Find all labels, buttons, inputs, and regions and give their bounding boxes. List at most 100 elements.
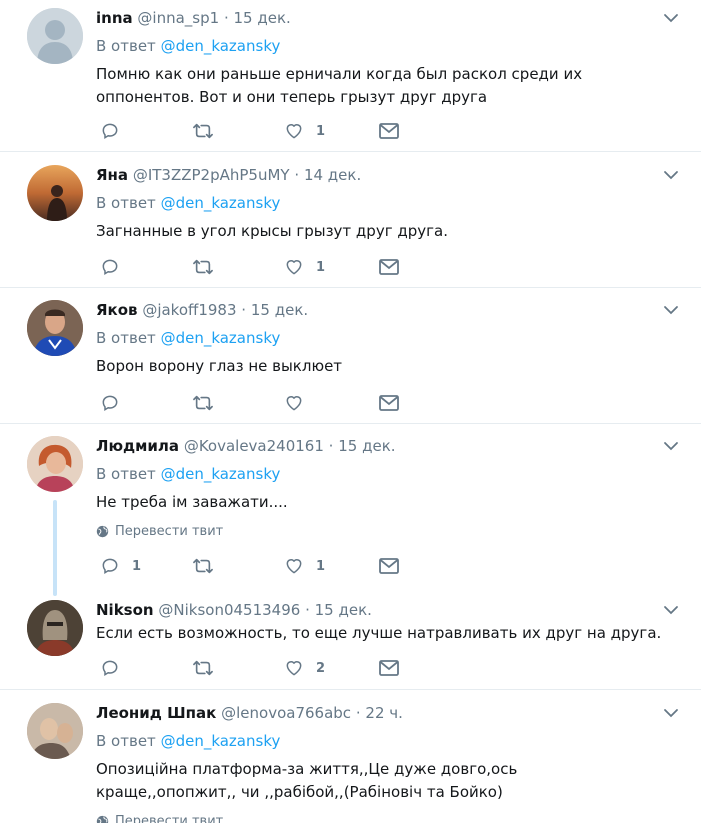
tweet-time[interactable]: 14 дек. — [304, 166, 361, 184]
retweet-button[interactable] — [192, 393, 226, 413]
retweet-button[interactable] — [192, 121, 226, 141]
reply-icon — [102, 395, 118, 412]
author-handle[interactable]: @jakoff1983 — [142, 301, 236, 319]
tweet-actions: 1 — [96, 121, 416, 141]
author-name[interactable]: Nikson — [96, 601, 154, 619]
heart-icon — [286, 260, 302, 275]
author-handle[interactable]: @Nikson04513496 — [158, 601, 300, 619]
author-name[interactable]: Людмила — [96, 437, 179, 455]
tweet-time[interactable]: 15 дек. — [251, 301, 308, 319]
avatar[interactable] — [27, 165, 83, 221]
avatar-person-icon — [27, 436, 83, 492]
tweet-text: Опозиційна платформа-за життя,,Це дуже д… — [96, 760, 518, 801]
tweet[interactable]: inna @inna_sp1 · 15 дек. В ответ @den_ka… — [0, 0, 701, 152]
like-button[interactable] — [284, 393, 316, 413]
tweet-header: Леонид Шпак @lenovoa766abc · 22 ч. — [96, 703, 681, 723]
avatar-person-icon — [27, 600, 83, 656]
thread-connector-line — [53, 500, 57, 596]
like-button[interactable]: 1 — [284, 121, 325, 141]
retweet-button[interactable] — [192, 257, 226, 277]
heart-icon — [286, 661, 302, 676]
retweet-button[interactable] — [192, 658, 226, 678]
separator-dot: · — [294, 166, 300, 184]
separator-dot: · — [328, 437, 334, 455]
separator-dot: · — [241, 301, 247, 319]
reply-button[interactable] — [100, 393, 132, 413]
tweet[interactable]: Леонид Шпак @lenovoa766abc · 22 ч. В отв… — [0, 690, 701, 823]
reply-mention-link[interactable]: @den_kazansky — [161, 732, 281, 750]
reply-prefix: В ответ — [96, 37, 156, 55]
heart-icon — [286, 396, 302, 411]
reply-mention-link[interactable]: @den_kazansky — [161, 194, 281, 212]
direct-message-button[interactable] — [378, 121, 400, 141]
envelope-icon — [379, 259, 399, 275]
tweet-time[interactable]: 15 дек. — [338, 437, 395, 455]
tweet[interactable]: Яна @IT3ZZP2pAhP5uMY · 14 дек. В ответ @… — [0, 152, 701, 288]
avatar[interactable] — [27, 300, 83, 356]
tweet-time[interactable]: 22 ч. — [365, 704, 403, 722]
author-handle[interactable]: @IT3ZZP2pAhP5uMY — [133, 166, 290, 184]
chevron-down-icon[interactable] — [663, 438, 679, 454]
reply-mention-link[interactable]: @den_kazansky — [161, 465, 281, 483]
tweet-actions — [96, 393, 416, 413]
reply-mention-link[interactable]: @den_kazansky — [161, 37, 281, 55]
author-name[interactable]: Леонид Шпак — [96, 704, 216, 722]
like-button[interactable]: 1 — [284, 257, 325, 277]
reply-button[interactable] — [100, 658, 132, 678]
retweet-button[interactable] — [192, 556, 226, 576]
reply-icon — [102, 123, 118, 140]
avatar[interactable] — [27, 600, 83, 656]
like-count: 1 — [316, 558, 326, 574]
reply-button[interactable] — [100, 121, 132, 141]
reply-icon — [102, 660, 118, 677]
author-handle[interactable]: @inna_sp1 — [137, 9, 219, 27]
reply-icon — [102, 259, 118, 276]
direct-message-button[interactable] — [378, 393, 400, 413]
reply-button[interactable] — [100, 257, 132, 277]
translate-tweet-link[interactable]: Перевести твит — [96, 524, 681, 539]
author-handle[interactable]: @Kovaleva240161 — [184, 437, 324, 455]
globe-icon — [96, 525, 109, 538]
avatar[interactable] — [27, 436, 83, 492]
tweet-time[interactable]: 15 дек. — [315, 601, 372, 619]
globe-icon — [96, 815, 109, 823]
like-count: 1 — [316, 123, 326, 139]
chevron-down-icon[interactable] — [663, 10, 679, 26]
heart-icon — [286, 559, 302, 574]
tweet[interactable]: Яков @jakoff1983 · 15 дек. В ответ @den_… — [0, 288, 701, 424]
tweet-time[interactable]: 15 дек. — [234, 9, 291, 27]
author-name[interactable]: inna — [96, 9, 133, 27]
chevron-down-icon[interactable] — [663, 705, 679, 721]
tweet-text: Не треба ім заважати.... — [96, 493, 288, 511]
translate-tweet-link[interactable]: Перевести твит — [96, 814, 681, 823]
retweet-icon — [193, 123, 213, 139]
tweet-header: Nikson @Nikson04513496 · 15 дек. — [96, 600, 681, 620]
like-button[interactable]: 1 — [284, 556, 325, 576]
reply-mention-link[interactable]: @den_kazansky — [161, 329, 281, 347]
chevron-down-icon[interactable] — [663, 167, 679, 183]
reply-button[interactable]: 1 — [100, 556, 141, 576]
reply-prefix: В ответ — [96, 732, 156, 750]
avatar[interactable] — [27, 8, 83, 64]
direct-message-button[interactable] — [378, 257, 400, 277]
avatar[interactable] — [27, 703, 83, 759]
separator-dot: · — [355, 704, 361, 722]
reply-context: В ответ @den_kazansky — [96, 36, 681, 56]
separator-dot: · — [305, 601, 310, 619]
author-name[interactable]: Яна — [96, 166, 128, 184]
reply-prefix: В ответ — [96, 194, 156, 212]
tweet-header: Людмила @Kovaleva240161 · 15 дек. — [96, 436, 681, 456]
heart-icon — [286, 124, 302, 139]
author-handle[interactable]: @lenovoa766abc — [221, 704, 351, 722]
direct-message-button[interactable] — [378, 658, 400, 678]
like-button[interactable]: 2 — [284, 658, 325, 678]
reply-prefix: В ответ — [96, 465, 156, 483]
reply-count: 1 — [132, 558, 142, 574]
author-name[interactable]: Яков — [96, 301, 138, 319]
chevron-down-icon[interactable] — [663, 302, 679, 318]
tweet-actions: 1 1 — [96, 556, 416, 576]
envelope-icon — [379, 395, 399, 411]
chevron-down-icon[interactable] — [663, 602, 679, 618]
direct-message-button[interactable] — [378, 556, 400, 576]
tweet-header: Яна @IT3ZZP2pAhP5uMY · 14 дек. — [96, 165, 681, 185]
